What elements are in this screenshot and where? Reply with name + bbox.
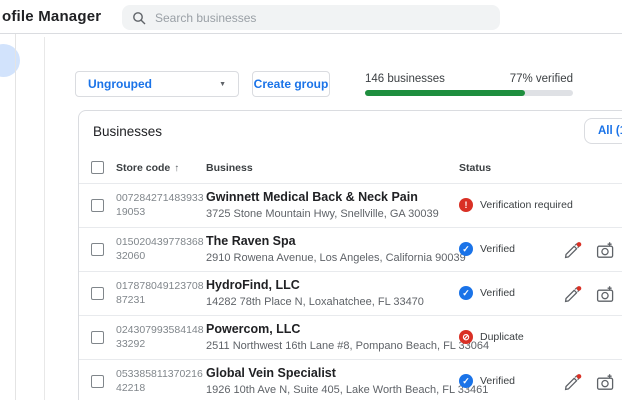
row-checkbox[interactable] [91, 199, 104, 212]
row-checkbox[interactable] [91, 331, 104, 344]
app-title: ofile Manager [2, 8, 102, 25]
notification-dot-icon [576, 242, 582, 247]
content-left-border [44, 37, 45, 400]
column-header-store-code[interactable]: Store code ↑ [116, 162, 179, 174]
camera-add-icon [596, 286, 614, 302]
store-code: 02430799358414833292 [116, 324, 204, 350]
status-icon: ✓ [459, 286, 473, 300]
search-placeholder: Search businesses [155, 10, 257, 25]
businesses-count-label: 146 businesses [365, 73, 445, 85]
business-address: 3725 Stone Mountain Hwy, Snellville, GA … [206, 208, 439, 220]
row-actions [563, 285, 615, 304]
table-row[interactable]: 01787804912370887231 HydroFind, LLC 1428… [79, 272, 622, 316]
chevron-down-icon: ▼ [219, 80, 226, 88]
status-icon: ⊘ [459, 330, 473, 344]
notification-dot-icon [576, 374, 582, 379]
store-code: 01502043977836832060 [116, 236, 204, 262]
status-icon: ! [459, 198, 473, 212]
row-actions [563, 373, 615, 392]
search-input[interactable]: Search businesses [122, 5, 500, 30]
business-name: The Raven Spa [206, 234, 296, 248]
pencil-icon [564, 286, 582, 303]
status-icon: ✓ [459, 374, 473, 388]
store-code: 00728427148393319053 [116, 192, 204, 218]
status-badge-wrap: ✓ Verified [459, 286, 515, 300]
status-badge-wrap: ✓ Verified [459, 242, 515, 256]
verified-progress-fill [365, 90, 526, 96]
profile-manager-page: ofile Manager Search businesses Ungroupe… [0, 0, 622, 400]
business-name: Global Vein Specialist [206, 366, 336, 380]
business-address: 14282 78th Place N, Loxahatchee, FL 3347… [206, 296, 424, 308]
verified-progress-bar [365, 90, 573, 96]
table-header-row: Store code ↑ Business Status [79, 151, 622, 184]
table-row[interactable]: 01502043977836832060 The Raven Spa 2910 … [79, 228, 622, 272]
panel-title: Businesses [93, 124, 163, 139]
status-label: Verification required [480, 199, 573, 211]
group-selector-value: Ungrouped [88, 77, 152, 91]
status-label: Verified [480, 375, 516, 387]
status-badge-wrap: ✓ Verified [459, 374, 515, 388]
table-row[interactable]: 02430799358414833292 Powercom, LLC 2511 … [79, 316, 622, 360]
sort-ascending-icon[interactable]: ↑ [174, 163, 179, 174]
filter-all-button[interactable]: All (146) [584, 118, 622, 144]
status-icon: ✓ [459, 242, 473, 256]
business-address: 2511 Northwest 16th Lane #8, Pompano Bea… [206, 340, 490, 352]
row-checkbox[interactable] [91, 287, 104, 300]
verified-percent-label: 77% verified [509, 73, 573, 85]
add-photo-button[interactable] [596, 241, 615, 260]
pencil-icon [564, 374, 582, 391]
search-icon [132, 11, 146, 25]
select-all-checkbox[interactable] [91, 161, 104, 174]
nav-avatar-circle[interactable] [0, 44, 20, 77]
add-photo-button[interactable] [596, 285, 615, 304]
group-selector-dropdown[interactable]: Ungrouped ▼ [75, 71, 239, 97]
verification-stats: 146 businesses 77% verified [365, 73, 573, 85]
edit-pencil-button[interactable] [563, 373, 582, 392]
business-name: Gwinnett Medical Back & Neck Pain [206, 190, 418, 204]
pencil-icon [564, 242, 582, 259]
status-label: Verified [480, 243, 516, 255]
notification-dot-icon [576, 286, 582, 291]
row-checkbox[interactable] [91, 243, 104, 256]
store-code: 01787804912370887231 [116, 280, 204, 306]
camera-add-icon [596, 374, 614, 390]
business-name: HydroFind, LLC [206, 278, 300, 292]
row-actions [563, 241, 615, 260]
business-address: 1926 10th Ave N, Suite 405, Lake Worth B… [206, 384, 489, 396]
business-address: 2910 Rowena Avenue, Los Angeles, Califor… [206, 252, 466, 264]
camera-add-icon [596, 242, 614, 258]
status-label: Verified [480, 287, 516, 299]
edit-pencil-button[interactable] [563, 285, 582, 304]
status-label: Duplicate [480, 331, 524, 343]
status-badge-wrap: ⊘ Duplicate [459, 330, 524, 344]
store-code: 05338581137021642218 [116, 368, 203, 394]
column-header-business[interactable]: Business [206, 162, 253, 174]
table-row[interactable]: 05338581137021642218 Global Vein Special… [79, 360, 622, 400]
top-bar: ofile Manager Search businesses [0, 0, 622, 34]
row-checkbox[interactable] [91, 375, 104, 388]
business-table-body: 00728427148393319053 Gwinnett Medical Ba… [79, 184, 622, 400]
add-photo-button[interactable] [596, 373, 615, 392]
column-header-status[interactable]: Status [459, 162, 491, 174]
edit-pencil-button[interactable] [563, 241, 582, 260]
business-name: Powercom, LLC [206, 322, 301, 336]
create-group-button[interactable]: Create group [252, 71, 330, 97]
businesses-panel: Businesses All (146) Store code↑ Busines… [78, 110, 622, 400]
status-badge-wrap: ! Verification required [459, 198, 573, 212]
left-rail-divider [15, 34, 16, 400]
table-row[interactable]: 00728427148393319053 Gwinnett Medical Ba… [79, 184, 622, 228]
